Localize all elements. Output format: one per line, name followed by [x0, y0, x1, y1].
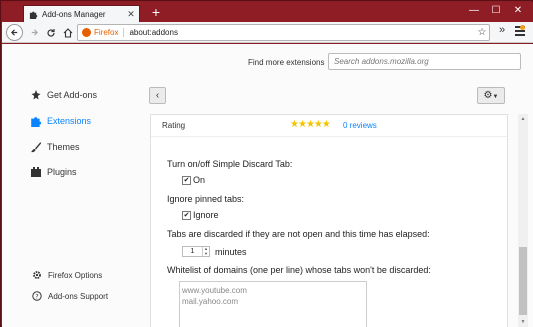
sidebar-item-label: Themes — [47, 142, 80, 152]
find-more-label: Find more extensions — [248, 58, 325, 67]
sidebar-item-label: Get Add-ons — [47, 90, 98, 100]
help-icon: ? — [32, 291, 42, 301]
sidebar-firefox-options[interactable]: Firefox Options — [32, 270, 102, 280]
update-badge-icon — [520, 25, 525, 30]
whitelist-line: mail.yahoo.com — [182, 297, 239, 306]
get-addons-icon — [30, 89, 42, 101]
discard-toggle-checkbox[interactable]: ✔ — [182, 175, 191, 185]
reviews-link[interactable]: 0 reviews — [343, 121, 377, 130]
chevron-down-icon: ▼ — [492, 94, 499, 100]
discard-toggle-checkbox-row[interactable]: ✔ On — [182, 175, 205, 185]
stepper-arrows-icon[interactable]: ▲ ▼ — [202, 246, 209, 256]
star-icon: ★ — [313, 119, 323, 130]
sidebar-item-themes[interactable]: Themes — [30, 141, 80, 153]
sidebar-addons-support[interactable]: ? Add-ons Support — [32, 291, 108, 301]
scrollbar-thumb[interactable] — [519, 247, 527, 315]
bookmark-star-icon[interactable]: ☆ — [475, 27, 489, 38]
sidebar-item-extensions[interactable]: Extensions — [30, 115, 91, 127]
ignore-pinned-checkbox-label[interactable]: Ignore — [193, 210, 219, 220]
ignore-pinned-label: Ignore pinned tabs: — [167, 194, 245, 204]
minutes-unit-label: minutes — [215, 246, 247, 257]
minutes-stepper[interactable]: 1 ▲ ▼ — [182, 246, 210, 257]
elapsed-time-label: Tabs are discarded if they are not open … — [167, 229, 430, 239]
plugin-icon — [30, 166, 42, 178]
rating-label: Rating — [162, 121, 186, 130]
vertical-scrollbar[interactable]: ▲ ▼ — [518, 114, 528, 327]
tab-title: Add-ons Manager — [42, 9, 106, 19]
scroll-up-icon[interactable]: ▲ — [518, 114, 528, 124]
url-text[interactable]: about:addons — [129, 28, 475, 37]
ignore-pinned-checkbox-row[interactable]: ✔ Ignore — [182, 210, 219, 220]
star-icon: ★ — [305, 119, 315, 130]
tools-menu-button[interactable]: ⚙▼ — [477, 87, 505, 104]
new-tab-button[interactable]: + — [148, 4, 164, 20]
hamburger-menu-button[interactable] — [515, 25, 525, 38]
puzzle-icon — [30, 115, 42, 127]
search-input[interactable]: Search addons.mozilla.org — [328, 53, 521, 70]
puzzle-icon — [29, 10, 38, 19]
back-button[interactable] — [6, 24, 23, 41]
close-tab-icon[interactable]: ✕ — [126, 9, 136, 20]
close-window-button[interactable]: ✕ — [507, 3, 529, 19]
gear-icon: ⚙ — [483, 90, 493, 101]
browser-window: Add-ons Manager ✕ + — ☐ ✕ Firefox about:… — [0, 0, 533, 327]
reload-icon — [46, 28, 55, 37]
minimize-button[interactable]: — — [463, 3, 485, 19]
forward-button[interactable] — [26, 24, 43, 41]
identity-label: Firefox — [94, 28, 125, 37]
title-bar: Add-ons Manager ✕ + — ☐ ✕ — [2, 2, 533, 22]
addons-manager-page: Find more extensions Search addons.mozil… — [2, 44, 533, 327]
addons-support-label: Add-ons Support — [48, 291, 109, 301]
whitelist-textarea[interactable]: www.youtube.com mail.yahoo.com — [179, 281, 367, 327]
firefox-icon — [82, 28, 91, 37]
home-icon — [63, 27, 72, 38]
tab-addons-manager[interactable]: Add-ons Manager ✕ — [23, 5, 140, 22]
home-button[interactable] — [59, 24, 76, 41]
gear-icon — [32, 270, 42, 280]
arrow-right-icon — [31, 29, 39, 36]
addon-details-panel: Rating ★ ★ ★ ★ ★ 0 reviews Turn on/off S… — [150, 114, 508, 327]
chevron-left-icon: ‹ — [155, 90, 160, 101]
sidebar-item-plugins[interactable]: Plugins — [30, 166, 77, 178]
whitelist-label: Whitelist of domains (one per line) whos… — [167, 265, 431, 275]
discard-toggle-label: Turn on/off Simple Discard Tab: — [167, 159, 293, 169]
reload-button[interactable] — [42, 24, 59, 41]
ignore-pinned-checkbox[interactable]: ✔ — [182, 210, 191, 220]
navigation-toolbar: Firefox about:addons ☆ » — [2, 22, 533, 43]
star-icon: ★ — [290, 119, 299, 130]
overflow-chevron-button[interactable]: » — [495, 24, 509, 36]
star-icon: ★ — [297, 119, 307, 130]
sidebar-item-label: Extensions — [47, 116, 92, 126]
window-controls: — ☐ ✕ — [463, 3, 529, 19]
elapsed-time-row: 1 ▲ ▼ minutes — [182, 246, 247, 257]
firefox-options-label: Firefox Options — [48, 270, 103, 280]
svg-text:?: ? — [35, 292, 38, 300]
scroll-down-icon[interactable]: ▼ — [518, 317, 528, 327]
whitelist-line: www.youtube.com — [182, 286, 247, 295]
back-to-list-button[interactable]: ‹ — [149, 87, 166, 104]
sidebar-item-get-addons[interactable]: Get Add-ons — [30, 89, 97, 101]
discard-toggle-checkbox-label[interactable]: On — [193, 175, 205, 185]
arrow-left-icon — [10, 29, 18, 36]
sidebar-item-label: Plugins — [47, 167, 77, 177]
brush-icon — [30, 141, 42, 153]
url-bar[interactable]: Firefox about:addons ☆ — [77, 24, 490, 41]
maximize-button[interactable]: ☐ — [485, 3, 507, 19]
rating-stars: ★ ★ ★ ★ ★ — [290, 119, 331, 130]
divider — [151, 136, 507, 137]
minutes-value[interactable]: 1 — [183, 248, 202, 255]
star-icon: ★ — [321, 119, 331, 130]
